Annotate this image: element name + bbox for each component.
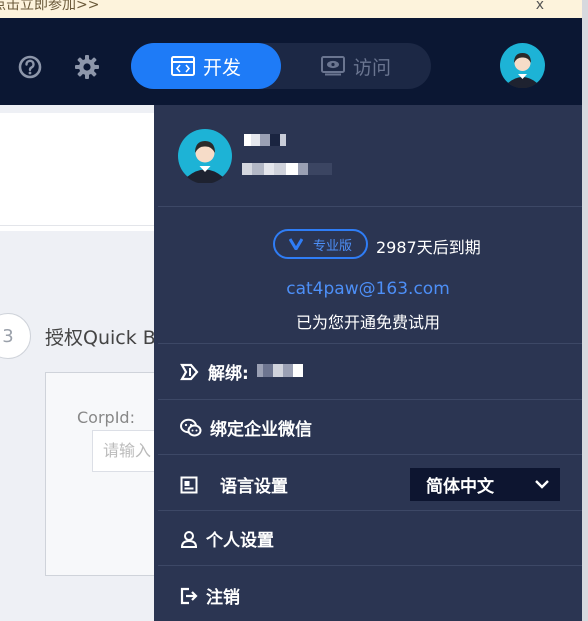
user-avatar-button[interactable]: [500, 43, 545, 88]
tab-visit[interactable]: 访问: [281, 43, 431, 89]
promo-banner[interactable]: 点击立即参加>> x: [0, 0, 588, 18]
trial-text: 已为您开通免费试用: [295, 313, 440, 332]
expire-text: 2987天后到期: [376, 238, 481, 257]
menu-language-label: 语言设置: [220, 477, 288, 497]
unbind-tag-icon: [180, 363, 199, 380]
menu-personal-settings[interactable]: 个人设置: [180, 526, 274, 551]
divider: [158, 343, 582, 344]
tab-visit-label: 访问: [352, 56, 391, 79]
menu-bind-wechat-label: 绑定企业微信: [210, 420, 312, 440]
step-number-badge: 3: [0, 313, 31, 359]
user-icon: [180, 530, 198, 548]
divider: [158, 206, 582, 207]
divider: [158, 454, 582, 455]
divider: [158, 565, 582, 566]
profile-id-redacted: [242, 160, 332, 179]
profile-avatar: [178, 129, 232, 183]
page-card: [0, 113, 154, 231]
banner-close-button[interactable]: x: [536, 0, 544, 12]
divider: [158, 510, 582, 511]
plan-label: 专业版: [313, 238, 353, 254]
top-header: 开发 访问: [0, 18, 582, 105]
divider: [0, 225, 154, 226]
menu-logout[interactable]: 注销: [180, 583, 240, 608]
step-title: 授权Quick B: [45, 327, 156, 349]
menu-bind-wechat[interactable]: 绑定企业微信: [180, 415, 312, 440]
banner-text[interactable]: 点击立即参加>>: [0, 0, 99, 12]
gear-icon[interactable]: [74, 54, 100, 80]
vip-v-icon: [289, 238, 303, 250]
menu-language[interactable]: 语言设置: [180, 472, 288, 497]
divider: [158, 399, 582, 400]
code-window-icon: [170, 56, 195, 76]
account-dropdown: 专业版 2987天后到期 cat4paw@163.com 已为您开通免费试用 解…: [154, 105, 582, 621]
menu-personal-settings-label: 个人设置: [206, 531, 274, 551]
help-circle-icon[interactable]: [17, 54, 43, 80]
eye-window-icon: [320, 56, 345, 76]
language-select-value: 简体中文: [426, 477, 494, 497]
scrollbar-track[interactable]: [582, 0, 588, 621]
tab-develop[interactable]: 开发: [131, 43, 281, 89]
corp-id-label: CorpId:: [77, 408, 135, 427]
logout-icon: [180, 587, 198, 604]
menu-unbind[interactable]: 解绑:: [180, 359, 303, 384]
language-icon: [180, 476, 198, 493]
background-page: 3 授权Quick B CorpId: 请输入: [0, 105, 174, 621]
account-email[interactable]: cat4paw@163.com: [154, 279, 582, 299]
wechat-icon: [180, 418, 202, 436]
menu-unbind-label: 解绑:: [208, 364, 249, 384]
authorize-form: [45, 372, 167, 576]
menu-logout-label: 注销: [206, 588, 240, 608]
mode-toggle: 开发 访问: [131, 43, 431, 89]
unbind-account-redacted: [256, 362, 303, 382]
language-select[interactable]: 简体中文: [410, 468, 560, 501]
profile-name-redacted: [244, 132, 286, 150]
plan-badge: 专业版: [273, 229, 368, 259]
chevron-down-icon: [535, 480, 549, 489]
tab-develop-label: 开发: [202, 56, 241, 79]
